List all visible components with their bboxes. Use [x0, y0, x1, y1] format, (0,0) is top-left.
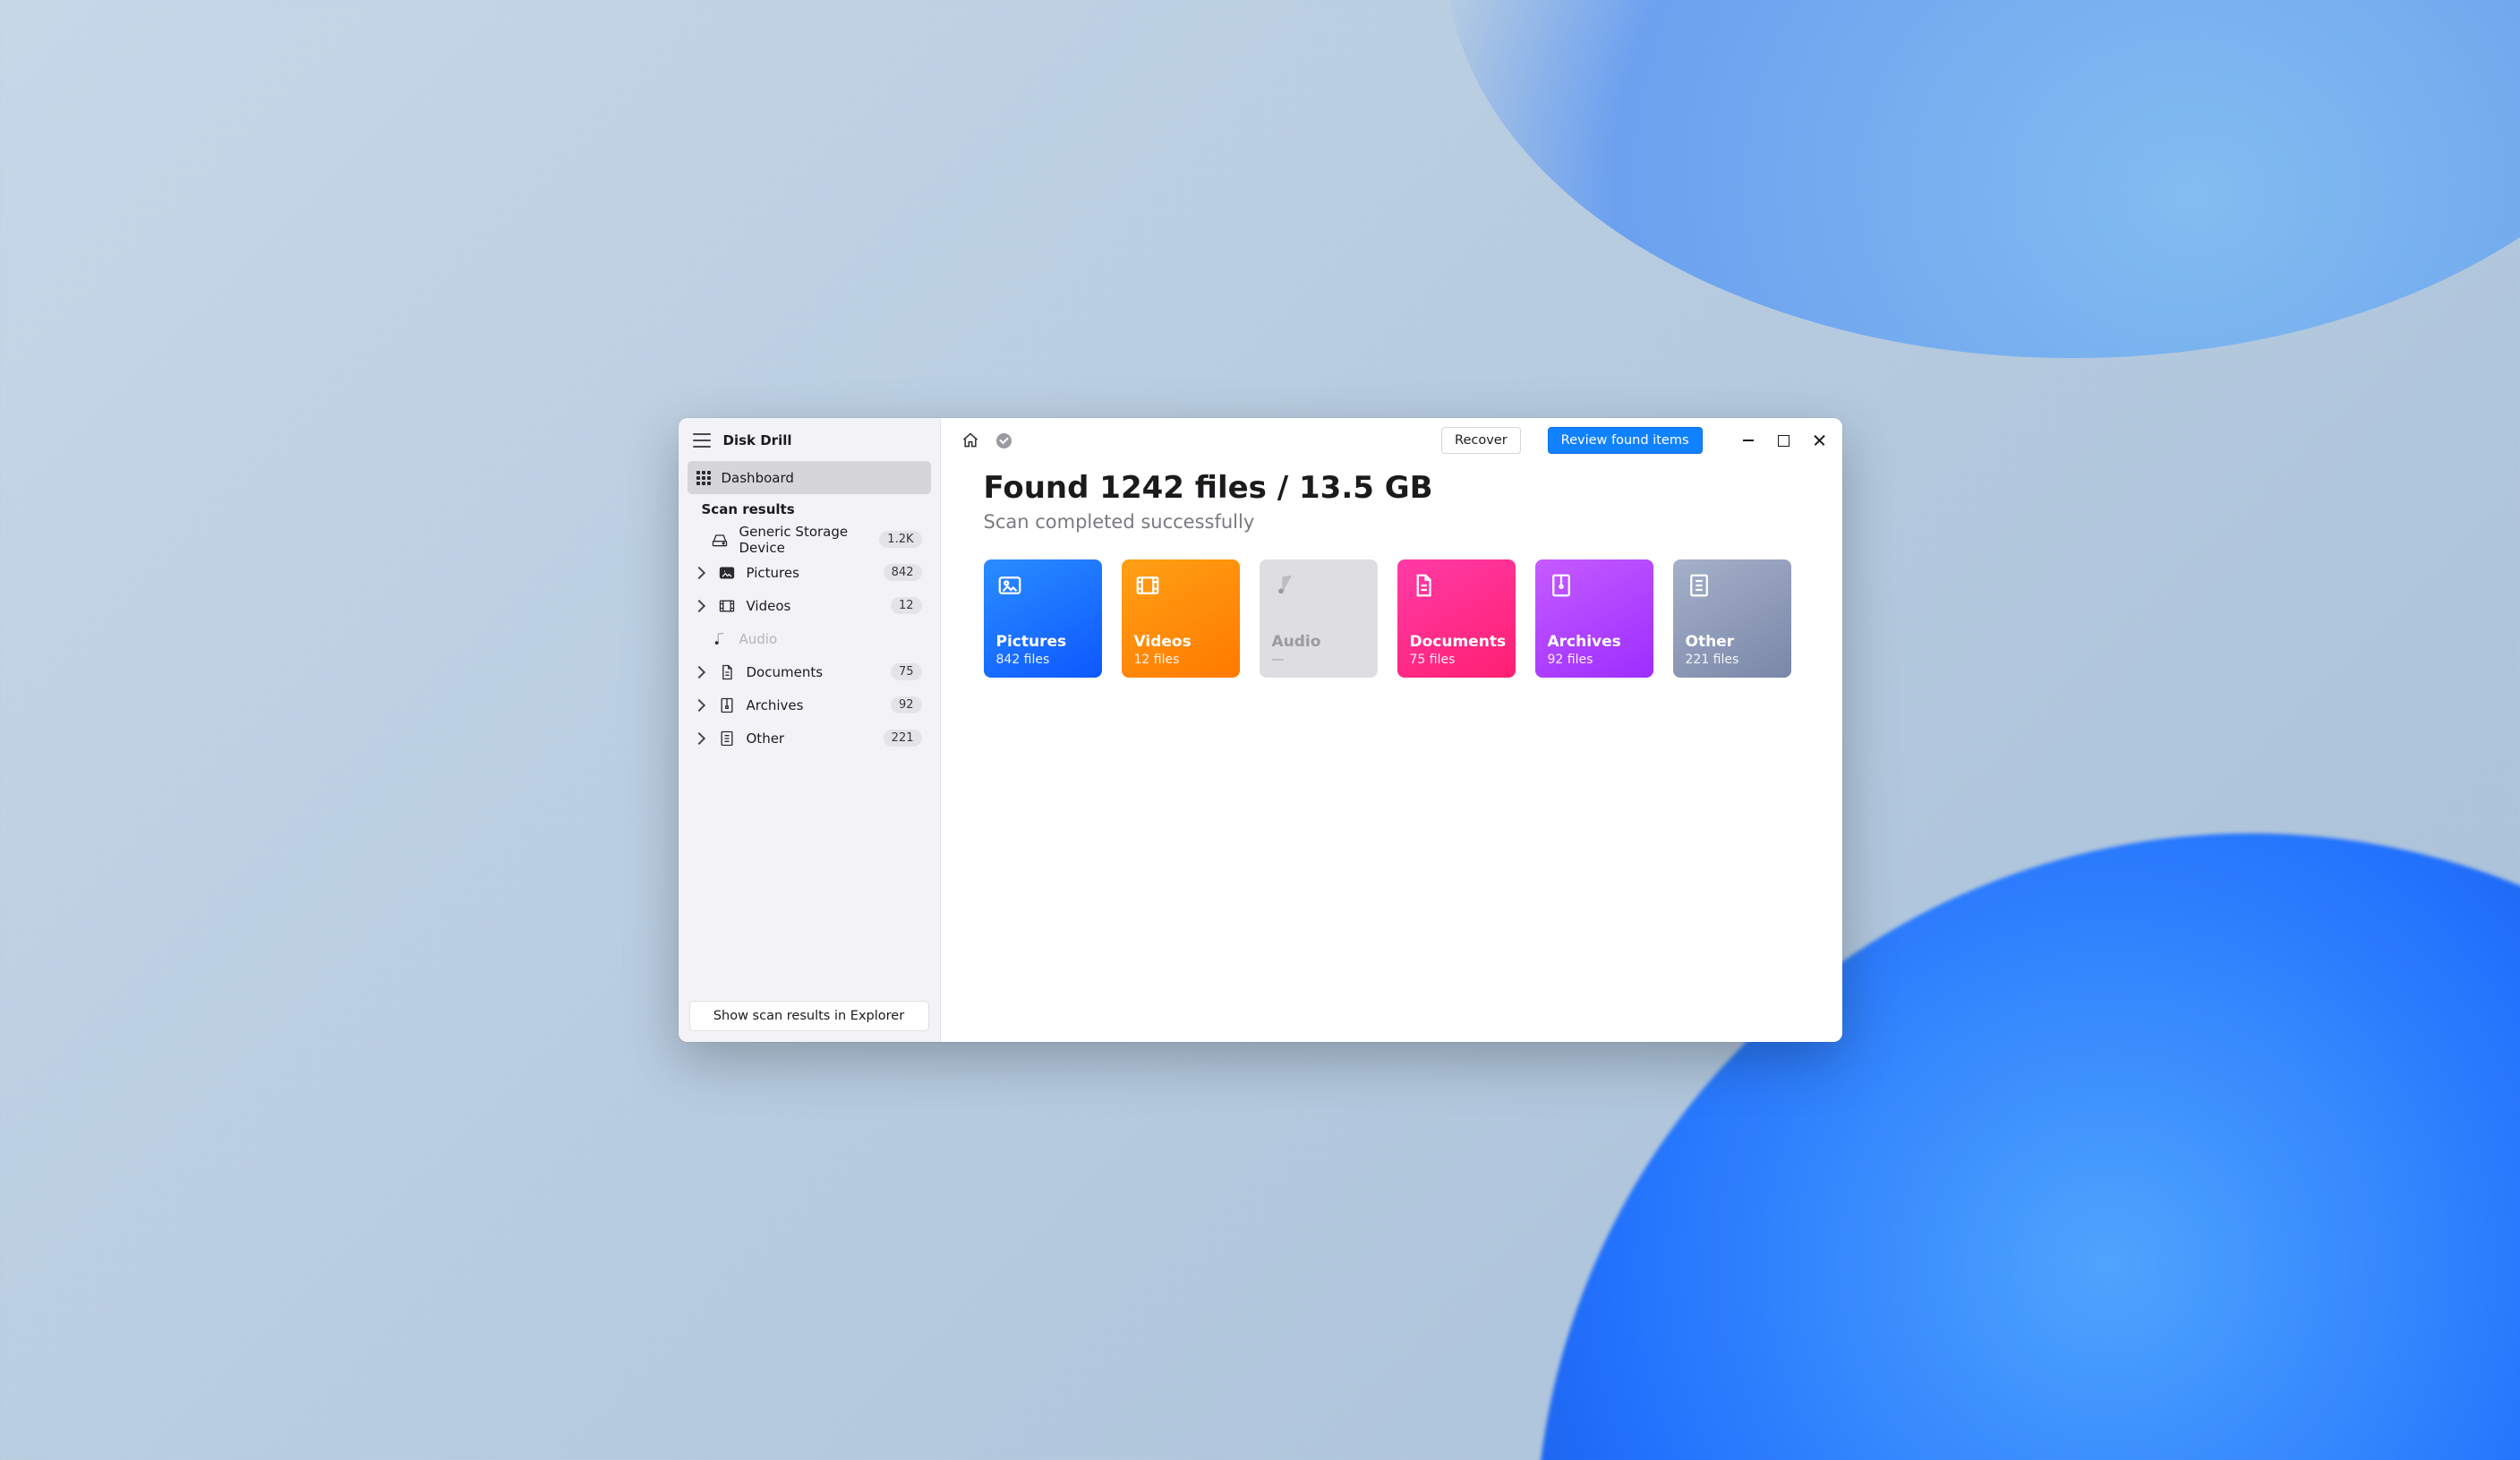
tile-pictures[interactable]: Pictures 842 files	[984, 559, 1102, 678]
sidebar-item-audio[interactable]: Audio	[688, 622, 931, 655]
sidebar-item-generic-storage-device[interactable]: Generic Storage Device 1.2K	[688, 523, 931, 556]
tile-title: Audio	[1272, 633, 1365, 651]
tile-title: Videos	[1134, 633, 1227, 651]
scan-results-tree: Generic Storage Device 1.2K Pictures 842 Vid…	[688, 523, 931, 755]
sidebar-item-label: Dashboard	[722, 470, 794, 486]
topbar: Recover Review found items	[941, 418, 1842, 463]
chevron-right-icon	[692, 731, 705, 744]
pictures-icon	[996, 572, 1023, 599]
home-icon[interactable]	[961, 431, 980, 450]
chevron-right-icon	[692, 698, 705, 711]
count-badge: 842	[884, 564, 922, 581]
check-circle-icon	[996, 433, 1012, 448]
audio-icon	[1272, 572, 1299, 599]
other-icon	[1686, 572, 1713, 599]
count-badge: 92	[891, 696, 922, 713]
sidebar-item-label: Documents	[747, 664, 880, 680]
file-icon	[718, 663, 736, 681]
close-icon[interactable]	[1814, 434, 1826, 447]
archives-icon	[1548, 572, 1575, 599]
content: Found 1242 files / 13.5 GB Scan complete…	[941, 463, 1842, 678]
sidebar-item-other[interactable]: Other 221	[688, 721, 931, 755]
tile-subtitle: 92 files	[1548, 653, 1641, 667]
app-title: Disk Drill	[723, 432, 792, 448]
tile-subtitle: 75 files	[1410, 653, 1503, 667]
note-icon	[711, 630, 729, 648]
sidebar: Disk Drill Dashboard Scan results Generi…	[679, 418, 941, 1042]
window-controls	[1742, 434, 1826, 447]
sidebar-item-documents[interactable]: Documents 75	[688, 655, 931, 688]
results-subhead: Scan completed successfully	[984, 511, 1799, 533]
chevron-right-icon	[692, 566, 705, 578]
count-badge: 1.2K	[879, 531, 921, 548]
chevron-right-icon	[692, 665, 705, 678]
sidebar-item-archives[interactable]: Archives 92	[688, 688, 931, 721]
sidebar-item-label: Other	[747, 730, 873, 747]
results-headline: Found 1242 files / 13.5 GB	[984, 470, 1799, 506]
category-tiles: Pictures 842 files Videos 12 files Audio — Doc…	[984, 559, 1799, 678]
sidebar-item-dashboard[interactable]: Dashboard	[688, 461, 931, 494]
tile-title: Pictures	[996, 633, 1089, 651]
sidebar-item-label: Generic Storage Device	[739, 524, 869, 556]
drive-icon	[711, 531, 729, 549]
chevron-right-icon	[692, 599, 705, 611]
archive-icon	[718, 696, 736, 714]
maximize-icon[interactable]	[1778, 434, 1790, 447]
sidebar-item-pictures[interactable]: Pictures 842	[688, 556, 931, 589]
tile-archives[interactable]: Archives 92 files	[1535, 559, 1653, 678]
documents-icon	[1410, 572, 1437, 599]
dashboard-icon	[696, 471, 711, 485]
recover-button[interactable]: Recover	[1441, 427, 1521, 454]
count-badge: 12	[891, 597, 922, 614]
tile-documents[interactable]: Documents 75 files	[1397, 559, 1516, 678]
image-icon	[718, 564, 736, 582]
tile-title: Other	[1686, 633, 1779, 651]
sidebar-section-label: Scan results	[688, 494, 931, 523]
count-badge: 221	[884, 730, 922, 747]
tile-videos[interactable]: Videos 12 files	[1122, 559, 1240, 678]
menu-icon[interactable]	[693, 433, 711, 448]
sidebar-item-videos[interactable]: Videos 12	[688, 589, 931, 622]
app-window: Disk Drill Dashboard Scan results Generi…	[679, 418, 1842, 1042]
sidebar-item-label: Videos	[747, 598, 880, 614]
count-badge: 75	[891, 663, 922, 680]
tile-title: Documents	[1410, 633, 1503, 651]
tile-audio[interactable]: Audio —	[1260, 559, 1378, 678]
main-area: Recover Review found items Found 1242 fi…	[941, 418, 1842, 1042]
sidebar-item-label: Audio	[739, 631, 922, 647]
film-icon	[718, 597, 736, 615]
tile-subtitle: 221 files	[1686, 653, 1779, 667]
tile-subtitle: —	[1272, 653, 1365, 667]
sidebar-item-label: Pictures	[747, 565, 873, 581]
tile-subtitle: 842 files	[996, 653, 1089, 667]
tile-subtitle: 12 files	[1134, 653, 1227, 667]
other-icon	[718, 730, 736, 747]
sidebar-header: Disk Drill	[688, 425, 931, 461]
sidebar-item-label: Archives	[747, 697, 880, 713]
review-found-items-button[interactable]: Review found items	[1548, 427, 1703, 454]
tile-title: Archives	[1548, 633, 1641, 651]
show-in-explorer-button[interactable]: Show scan results in Explorer	[689, 1001, 929, 1031]
tile-other[interactable]: Other 221 files	[1673, 559, 1791, 678]
videos-icon	[1134, 572, 1161, 599]
minimize-icon[interactable]	[1742, 434, 1755, 447]
